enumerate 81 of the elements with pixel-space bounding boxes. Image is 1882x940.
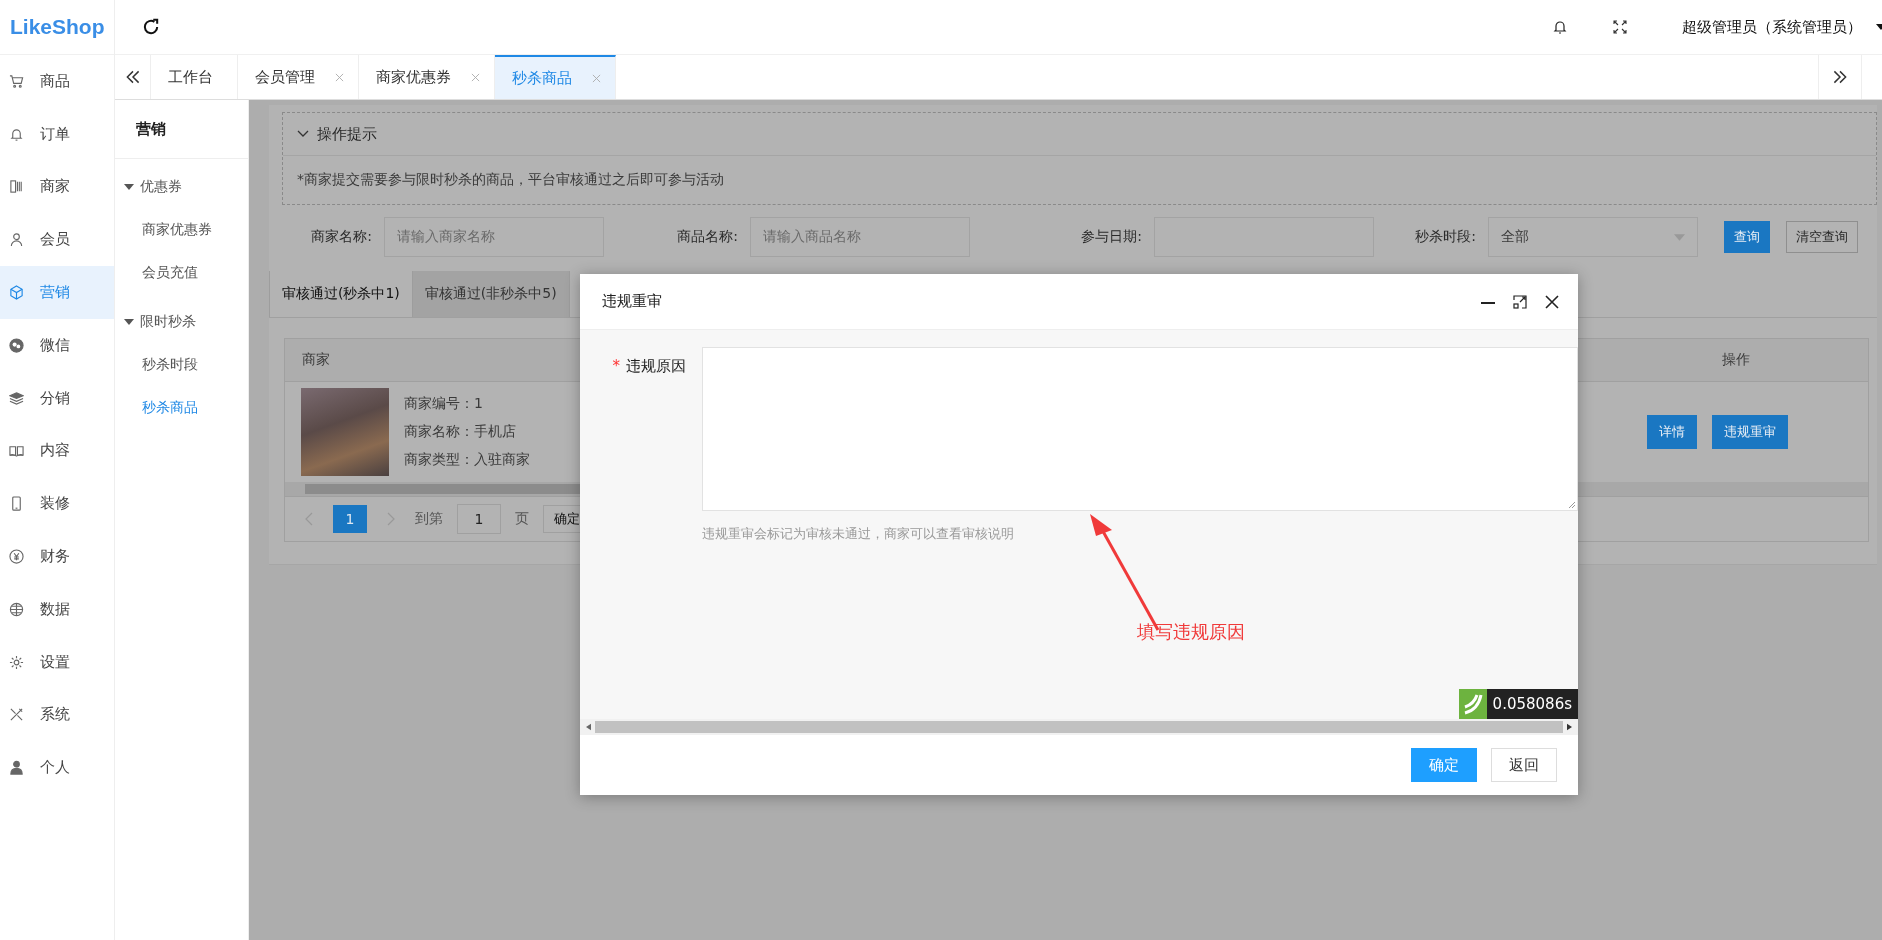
debug-logo-icon — [1458, 689, 1487, 719]
double-chevron-right-icon — [1831, 68, 1849, 86]
back-button[interactable]: 返回 — [1491, 748, 1557, 782]
subnav-group[interactable]: 限时秒杀 — [115, 300, 248, 343]
content-tab[interactable]: 审核通过(秒杀中1) — [269, 271, 413, 317]
details-button[interactable]: 详情 — [1647, 415, 1697, 449]
tips-text: *商家提交需要参与限时秒杀的商品，平台审核通过之后即可参与活动 — [296, 170, 725, 189]
page-tab[interactable]: 会员管理 — [238, 55, 359, 99]
store-icon — [9, 179, 24, 195]
sidebar-item[interactable]: 装修 — [0, 477, 114, 531]
close-icon[interactable] — [1544, 293, 1560, 310]
yen-icon — [9, 549, 24, 565]
sidebar-item[interactable]: 订单 — [0, 107, 114, 161]
subnav-title: 营销 — [115, 100, 248, 159]
tips-header[interactable]: 操作提示 — [283, 113, 1876, 156]
refresh-icon[interactable] — [142, 18, 160, 36]
user-icon — [9, 232, 24, 248]
bell-icon — [9, 126, 24, 142]
sidebar-item[interactable]: 商品 — [0, 55, 114, 108]
chat-icon — [9, 337, 24, 353]
merchant-info: 商家类型：入驻商家 — [404, 451, 530, 469]
resize-grip-icon[interactable] — [1568, 501, 1576, 509]
layers-icon — [9, 390, 24, 406]
page-tab[interactable]: 工作台 — [151, 55, 238, 99]
annotation-text: 填写违规原因 — [1137, 620, 1245, 644]
field-label-text: 违规原因 — [626, 357, 686, 375]
tools-icon — [9, 707, 24, 723]
sidebar-item[interactable]: 会员 — [0, 213, 114, 267]
subnav-item[interactable]: 商家优惠券 — [115, 208, 248, 251]
page-unit: 页 — [515, 510, 529, 528]
subnav-item[interactable]: 会员充值 — [115, 251, 248, 294]
phone-icon — [9, 496, 24, 512]
tips-title: 操作提示 — [317, 124, 377, 144]
sidebar-item[interactable]: 商家 — [0, 160, 114, 214]
sidebar-item[interactable]: 内容 — [0, 424, 114, 478]
maximize-icon[interactable] — [1512, 293, 1528, 310]
scrollbar[interactable] — [580, 719, 1578, 735]
hint-text: 违规重审会标记为审核未通过，商家可以查看审核说明 — [702, 525, 1015, 543]
content-tab[interactable]: 审核通过(非秒杀中5) — [412, 271, 570, 317]
filter-label: 秒杀时段: — [1414, 228, 1476, 246]
dialog-title: 违规重审 — [602, 292, 662, 311]
globe-icon — [9, 601, 24, 617]
fullscreen-icon[interactable] — [1612, 19, 1628, 35]
book-icon — [9, 443, 24, 459]
logo: LikeShop — [0, 0, 114, 55]
bell-icon[interactable] — [1552, 19, 1568, 35]
subnav-item[interactable]: 秒杀商品 — [115, 386, 248, 429]
timer-badge: 0.058086s — [1486, 689, 1578, 719]
required-mark: * — [612, 357, 620, 375]
filter-label: 商家名称: — [310, 228, 372, 246]
subnav-item[interactable]: 秒杀时段 — [115, 343, 248, 386]
goto-label: 到第 — [415, 510, 443, 528]
scroll-left-icon[interactable] — [586, 723, 591, 731]
reset-button[interactable]: 清空查询 — [1786, 221, 1858, 253]
filter-label: 参与日期: — [1080, 228, 1142, 246]
select-field[interactable]: 全部 — [1488, 217, 1698, 257]
sidebar-item[interactable]: 系统 — [0, 688, 114, 742]
sidebar-item[interactable]: 设置 — [0, 635, 114, 689]
column-header: 操作 — [1722, 351, 1751, 369]
cart-icon — [9, 73, 24, 89]
page-number[interactable]: 1 — [333, 505, 367, 533]
sidebar-item[interactable]: 个人 — [0, 741, 114, 795]
sidebar-item[interactable]: 数据 — [0, 582, 114, 636]
review-button[interactable]: 违规重审 — [1712, 415, 1788, 449]
scroll-right-icon[interactable] — [1567, 723, 1572, 731]
subnav-group[interactable]: 优惠券 — [115, 165, 248, 208]
cube-icon — [9, 285, 24, 301]
column-header: 商家 — [301, 351, 330, 369]
page-input[interactable]: 1 — [457, 504, 501, 534]
merchant-info: 商家名称：手机店 — [404, 423, 517, 441]
gear-icon — [9, 654, 24, 670]
scroll-right-button[interactable] — [1818, 55, 1862, 99]
search-button[interactable]: 查询 — [1724, 221, 1770, 253]
filter-label: 商品名称: — [676, 228, 738, 246]
person-icon — [9, 760, 24, 776]
merchant-info: 商家编号：1 — [404, 395, 484, 413]
sidebar-item[interactable]: 财务 — [0, 530, 114, 583]
caret-icon — [1674, 234, 1685, 241]
user-menu[interactable]: 超级管理员（系统管理员） — [1682, 17, 1862, 37]
sidebar-item[interactable]: 微信 — [0, 319, 114, 372]
sidebar-item[interactable]: 分销 — [0, 371, 114, 425]
